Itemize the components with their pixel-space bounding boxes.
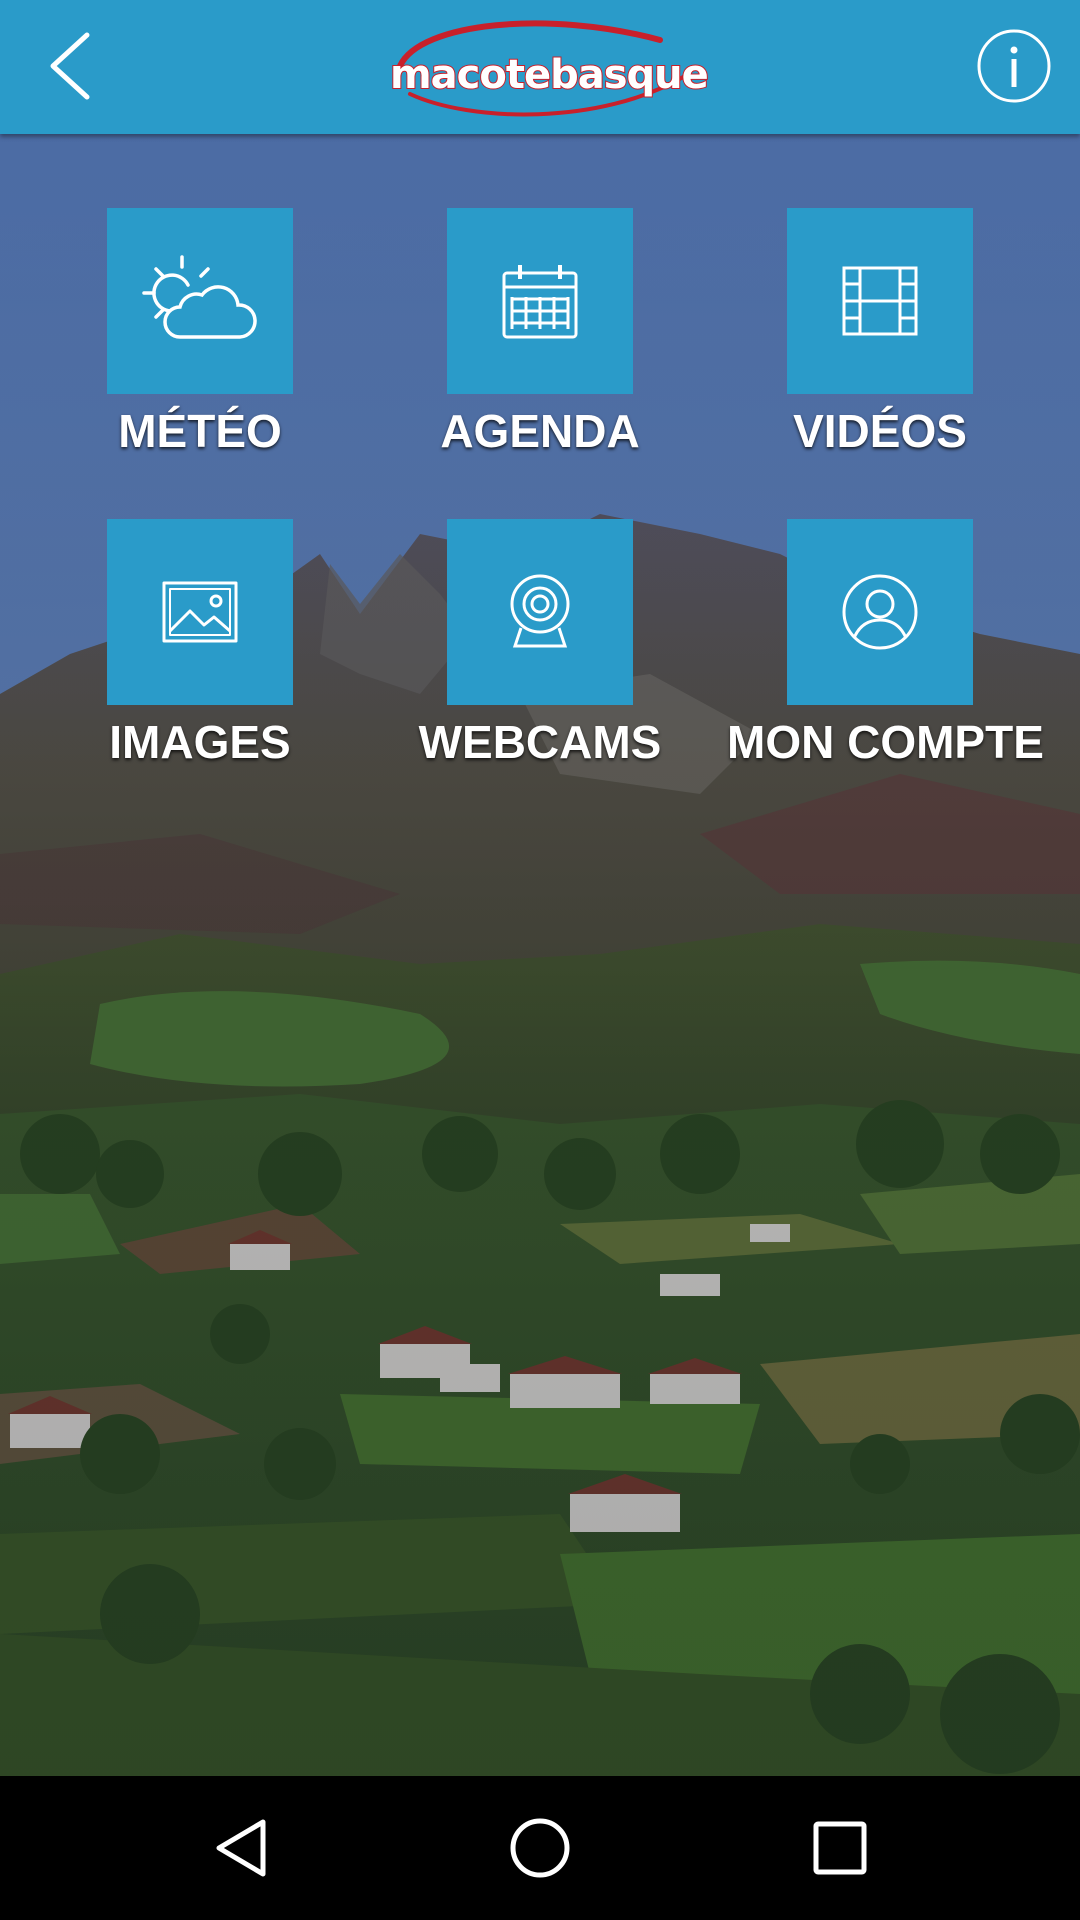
menu-tile-videos[interactable]: VIDÉOS bbox=[787, 208, 973, 457]
chevron-left-icon bbox=[50, 32, 90, 100]
mon-compte-icon-box bbox=[787, 519, 973, 705]
nav-back-button[interactable] bbox=[191, 1798, 291, 1898]
agenda-icon-box bbox=[447, 208, 633, 394]
logo-text: macotebasque bbox=[389, 51, 710, 99]
nav-recents-button[interactable] bbox=[790, 1798, 890, 1898]
triangle-back-icon bbox=[216, 1819, 266, 1877]
app-screen: macotebasque MÉTÉO AGENDA VIDÉOS IMAGES … bbox=[0, 0, 1080, 1920]
meteo-icon-box bbox=[107, 208, 293, 394]
images-label: IMAGES bbox=[109, 716, 291, 768]
square-recents-icon bbox=[813, 1821, 867, 1875]
webcams-icon-box bbox=[447, 519, 633, 705]
film-strip-icon bbox=[842, 266, 918, 336]
weather-sun-cloud-icon bbox=[142, 255, 257, 339]
menu-tile-agenda[interactable]: AGENDA bbox=[440, 208, 640, 457]
mon-compte-label: MON COMPTE bbox=[727, 716, 1044, 768]
agenda-label: AGENDA bbox=[440, 405, 640, 457]
image-icon bbox=[162, 581, 238, 643]
circle-home-icon bbox=[510, 1818, 570, 1878]
menu-tile-mon-compte[interactable]: MON COMPTE bbox=[727, 519, 1044, 768]
webcams-label: WEBCAMS bbox=[418, 716, 662, 768]
app-logo: macotebasque bbox=[380, 14, 710, 124]
info-button[interactable] bbox=[976, 28, 1052, 104]
info-circle-icon bbox=[977, 29, 1051, 103]
webcam-icon bbox=[510, 574, 570, 648]
user-account-icon bbox=[842, 574, 918, 650]
meteo-label: MÉTÉO bbox=[118, 405, 282, 457]
back-button[interactable] bbox=[30, 22, 110, 110]
menu-tile-meteo[interactable]: MÉTÉO bbox=[107, 208, 293, 457]
calendar-icon bbox=[502, 265, 578, 339]
images-icon-box bbox=[107, 519, 293, 705]
videos-label: VIDÉOS bbox=[793, 405, 967, 457]
menu-tile-images[interactable]: IMAGES bbox=[107, 519, 293, 768]
nav-home-button[interactable] bbox=[490, 1798, 590, 1898]
videos-icon-box bbox=[787, 208, 973, 394]
system-navigation-bar bbox=[0, 1776, 1080, 1920]
menu-tile-webcams[interactable]: WEBCAMS bbox=[419, 519, 661, 768]
top-app-bar: macotebasque bbox=[0, 0, 1080, 134]
